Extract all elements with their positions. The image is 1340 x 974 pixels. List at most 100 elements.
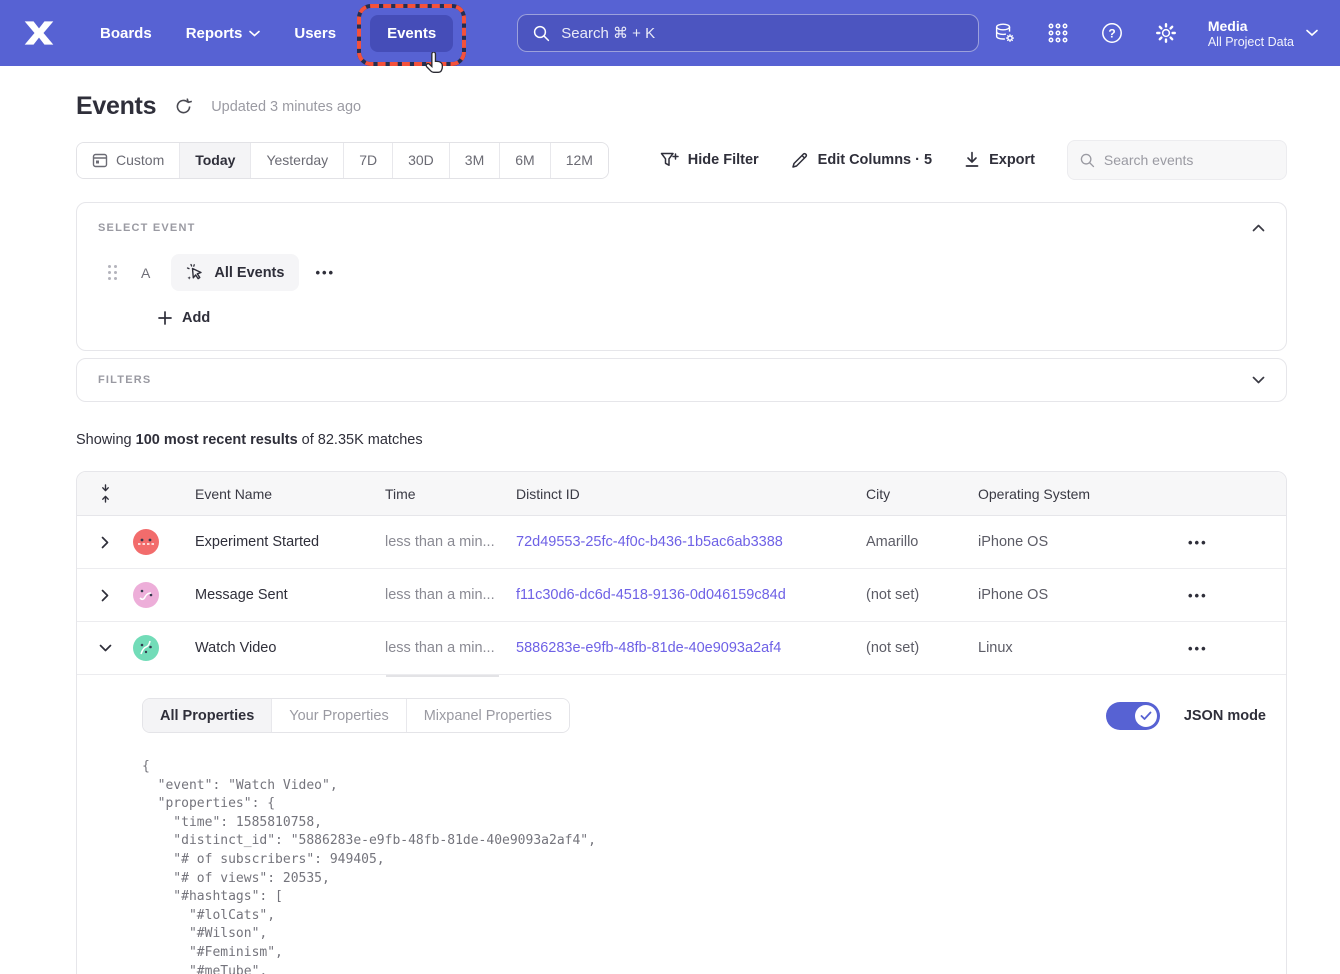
- toggle-knob: [1135, 705, 1157, 727]
- nav-item-users[interactable]: Users: [294, 25, 336, 42]
- date-range-label: Custom: [116, 152, 164, 168]
- event-detail-panel: All Properties Your Properties Mixpanel …: [77, 675, 1286, 974]
- summary-suffix: of 82.35K matches: [298, 432, 423, 448]
- add-event-button[interactable]: Add: [158, 310, 228, 326]
- time-cell: less than a min...: [385, 534, 516, 550]
- calendar-icon: [92, 152, 108, 168]
- event-avatar: [133, 635, 159, 661]
- date-range-label: Today: [195, 152, 235, 168]
- search-icon: [533, 25, 550, 42]
- plus-icon: [158, 311, 172, 325]
- search-events-input[interactable]: [1104, 152, 1274, 168]
- collapse-row-button[interactable]: [77, 644, 133, 652]
- top-navbar: Boards Reports Users Events Search ⌘ + K: [0, 0, 1340, 66]
- search-events-box: [1067, 140, 1287, 180]
- project-selector[interactable]: Media All Project Data: [1208, 17, 1318, 49]
- refresh-icon: [174, 97, 193, 116]
- tab-label: All Properties: [160, 708, 254, 724]
- help-icon[interactable]: ?: [1100, 21, 1124, 45]
- events-table: Event Name Time Distinct ID City Operati…: [76, 471, 1287, 974]
- hide-filter-label: Hide Filter: [688, 152, 759, 168]
- export-button[interactable]: Export: [964, 151, 1035, 169]
- event-row-letter: A: [141, 265, 150, 281]
- date-range-custom[interactable]: Custom: [77, 143, 180, 178]
- main-content: Events Updated 3 minutes ago Custom Toda…: [0, 66, 1340, 974]
- filter-funnel-icon: [660, 152, 679, 169]
- date-range-30d[interactable]: 30D: [393, 143, 450, 178]
- data-management-icon[interactable]: [992, 21, 1016, 45]
- json-mode-label: JSON mode: [1184, 708, 1266, 724]
- search-placeholder: Search ⌘ + K: [561, 24, 655, 42]
- date-range-yesterday[interactable]: Yesterday: [251, 143, 344, 178]
- nav-label: Reports: [186, 25, 243, 42]
- all-events-selector[interactable]: All Events: [171, 254, 299, 291]
- distinct-id-link[interactable]: 72d49553-25fc-4f0c-b436-1b5ac6ab3388: [516, 534, 866, 550]
- os-cell: iPhone OS: [978, 587, 1186, 603]
- expand-filters-button[interactable]: [1252, 376, 1265, 384]
- row-menu-button[interactable]: •••: [1186, 588, 1286, 603]
- collapse-section-button[interactable]: [1252, 224, 1265, 232]
- nav-item-events[interactable]: Events: [370, 15, 453, 52]
- tab-all-properties[interactable]: All Properties: [143, 699, 272, 732]
- navbar-right: ? Media All Project Data: [992, 17, 1318, 49]
- date-range-6m[interactable]: 6M: [500, 143, 550, 178]
- date-range-label: 6M: [515, 152, 534, 168]
- project-subtitle: All Project Data: [1208, 35, 1294, 49]
- city-cell: (not set): [866, 640, 978, 656]
- event-name-cell[interactable]: Experiment Started: [195, 534, 385, 550]
- nav-label: Users: [294, 25, 336, 42]
- tab-label: Your Properties: [289, 708, 388, 724]
- settings-gear-icon[interactable]: [1154, 21, 1178, 45]
- json-mode-toggle[interactable]: [1106, 702, 1160, 730]
- col-time[interactable]: Time: [385, 486, 516, 502]
- date-range-today[interactable]: Today: [180, 143, 251, 178]
- date-range-group: Custom Today Yesterday 7D 30D 3M 6M 12M: [76, 142, 609, 179]
- chevron-down-icon: [99, 644, 112, 652]
- os-cell: Linux: [978, 640, 1186, 656]
- event-name-cell[interactable]: Message Sent: [195, 587, 385, 603]
- col-city[interactable]: City: [866, 486, 978, 502]
- row-menu-button[interactable]: •••: [1186, 641, 1286, 656]
- time-cell-underline: [386, 675, 499, 677]
- tab-your-properties[interactable]: Your Properties: [272, 699, 406, 732]
- event-json-code: { "event": "Watch Video", "properties": …: [142, 758, 1266, 974]
- date-range-label: 3M: [465, 152, 484, 168]
- hide-filter-button[interactable]: Hide Filter: [660, 152, 759, 169]
- nav-item-boards[interactable]: Boards: [100, 25, 152, 42]
- date-range-3m[interactable]: 3M: [450, 143, 500, 178]
- col-operating-system[interactable]: Operating System: [978, 486, 1186, 502]
- event-more-menu[interactable]: •••: [315, 265, 335, 280]
- chevron-right-icon: [101, 536, 109, 549]
- pencil-icon: [791, 151, 809, 169]
- filters-title: FILTERS: [98, 374, 151, 386]
- col-distinct-id[interactable]: Distinct ID: [516, 486, 866, 502]
- distinct-id-link[interactable]: f11c30d6-dc6d-4518-9136-0d046159c84d: [516, 587, 866, 603]
- hand-cursor-icon: [423, 52, 445, 76]
- refresh-button[interactable]: [174, 97, 193, 116]
- collapse-rows-icon: [99, 484, 112, 503]
- date-range-7d[interactable]: 7D: [344, 143, 393, 178]
- distinct-id-link[interactable]: 5886283e-e9fb-48fb-81de-40e9093a2af4: [516, 640, 866, 656]
- search-icon: [1080, 152, 1095, 169]
- apps-grid-icon[interactable]: [1046, 21, 1070, 45]
- drag-handle[interactable]: [108, 265, 117, 280]
- col-event-name[interactable]: Event Name: [195, 486, 385, 502]
- event-name-cell[interactable]: Watch Video: [195, 640, 385, 656]
- tab-mixpanel-properties[interactable]: Mixpanel Properties: [407, 699, 569, 732]
- expand-row-button[interactable]: [77, 589, 133, 602]
- expand-row-button[interactable]: [77, 536, 133, 549]
- row-menu-button[interactable]: •••: [1186, 535, 1286, 550]
- nav-item-reports[interactable]: Reports: [186, 25, 261, 42]
- nav-label: Events: [387, 25, 436, 42]
- mixpanel-logo[interactable]: [22, 18, 56, 48]
- table-row-expanded: Watch Video less than a min... 5886283e-…: [77, 622, 1286, 675]
- check-icon: [1140, 711, 1152, 721]
- svg-text:?: ?: [1108, 26, 1115, 40]
- chevron-down-icon: [249, 30, 260, 37]
- select-event-panel: SELECT EVENT A: [76, 202, 1287, 351]
- collapse-all-button[interactable]: [77, 484, 133, 503]
- global-search-input[interactable]: Search ⌘ + K: [517, 14, 979, 52]
- date-range-12m[interactable]: 12M: [551, 143, 608, 178]
- edit-columns-button[interactable]: Edit Columns · 5: [791, 151, 932, 169]
- date-range-label: 30D: [408, 152, 434, 168]
